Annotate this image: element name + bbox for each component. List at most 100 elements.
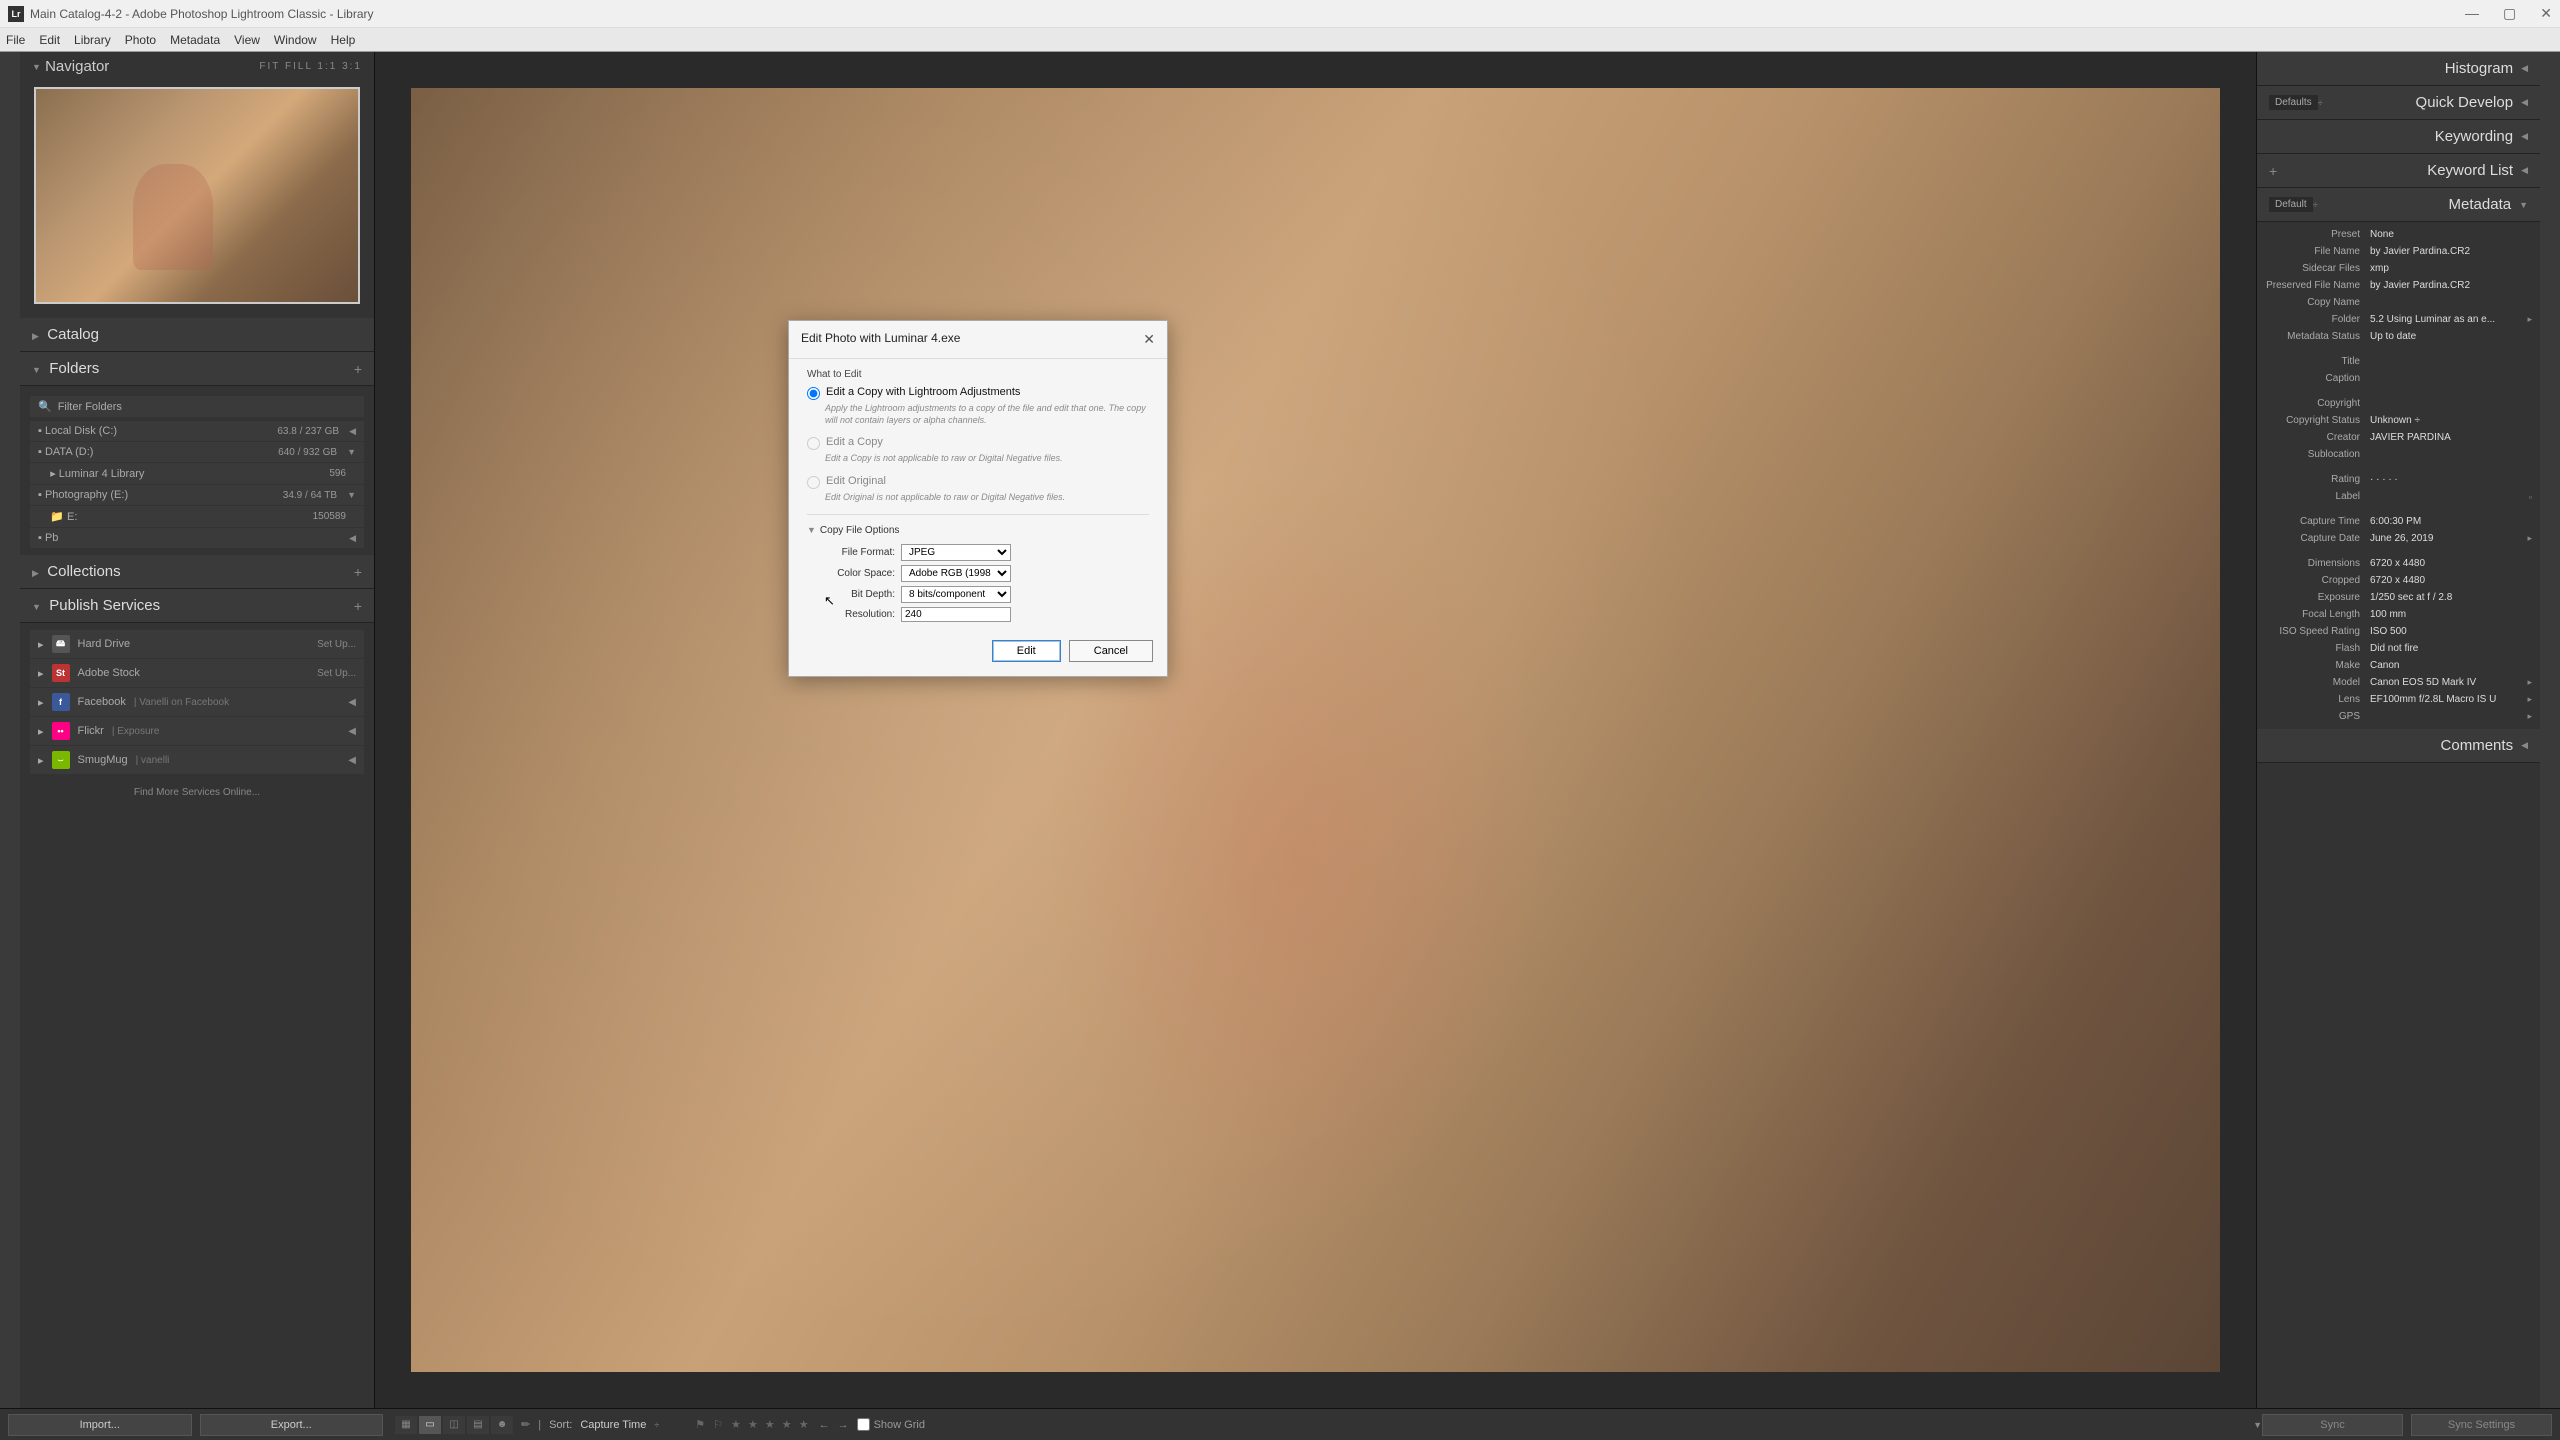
folder-row[interactable]: ▪ Photography (E:)34.9 / 64 TB▼ <box>30 485 364 505</box>
folder-row[interactable]: 📁 E:150589 <box>30 506 364 527</box>
menu-metadata[interactable]: Metadata <box>170 33 220 47</box>
view-compare-icon[interactable]: ◫ <box>443 1416 465 1434</box>
sort-value[interactable]: Capture Time <box>580 1419 646 1431</box>
view-people-icon[interactable]: ☻ <box>491 1416 513 1434</box>
publish-row[interactable]: ▸⌣SmugMug| vanelli◀ <box>30 746 364 774</box>
navigator-toggle[interactable]: ▼ <box>32 62 41 72</box>
menu-file[interactable]: File <box>6 33 25 47</box>
metadata-row[interactable]: Preserved File Nameby Javier Pardina.CR2 <box>2257 277 2540 294</box>
resolution-input[interactable] <box>901 607 1011 622</box>
close-button[interactable]: ✕ <box>2540 5 2552 22</box>
publish-row[interactable]: ▸🖴Hard DriveSet Up... <box>30 630 364 658</box>
collections-header[interactable]: ▶ Collections + <box>20 555 374 589</box>
metadata-row[interactable]: Sidecar Filesxmp <box>2257 260 2540 277</box>
sync-settings-button[interactable]: Sync Settings <box>2411 1414 2552 1436</box>
histogram-header[interactable]: Histogram◀ <box>2257 52 2540 86</box>
metadata-row[interactable]: Exposure1/250 sec at f / 2.8 <box>2257 589 2540 606</box>
app-icon: Lr <box>8 6 24 22</box>
menu-view[interactable]: View <box>234 33 260 47</box>
add-folder-icon[interactable]: + <box>354 361 362 377</box>
bit-depth-select[interactable]: 8 bits/component <box>901 586 1011 603</box>
flag-reject-icon[interactable]: ⚐ <box>713 1418 723 1431</box>
view-grid-icon[interactable]: ▦ <box>395 1416 417 1434</box>
publish-row[interactable]: ▸StAdobe StockSet Up... <box>30 659 364 687</box>
show-grid-checkbox[interactable] <box>857 1418 870 1431</box>
copy-file-options-toggle[interactable]: ▼ Copy File Options <box>807 525 1149 536</box>
metadata-row[interactable]: PresetNone <box>2257 226 2540 243</box>
metadata-row[interactable]: ModelCanon EOS 5D Mark IV▸ <box>2257 674 2540 691</box>
toolbar-dropdown-icon[interactable]: ▼ <box>2253 1420 2262 1430</box>
publish-row[interactable]: ▸fFacebook| Vanelli on Facebook◀ <box>30 688 364 716</box>
metadata-row[interactable]: Cropped6720 x 4480 <box>2257 572 2540 589</box>
folder-row[interactable]: ▪ Pb◀ <box>30 528 364 548</box>
minimize-button[interactable]: — <box>2465 5 2479 22</box>
metadata-row[interactable]: Copy Name <box>2257 294 2540 311</box>
edit-button[interactable]: Edit <box>992 640 1061 662</box>
metadata-row[interactable]: Label▫ <box>2257 488 2540 505</box>
cancel-button[interactable]: Cancel <box>1069 640 1153 662</box>
metadata-header[interactable]: Default÷ Metadata▼ <box>2257 188 2540 222</box>
import-button[interactable]: Import... <box>8 1414 192 1436</box>
add-collection-icon[interactable]: + <box>354 564 362 580</box>
file-format-select[interactable]: JPEG <box>901 544 1011 561</box>
next-photo-icon[interactable]: → <box>838 1419 849 1431</box>
folders-header[interactable]: ▼ Folders + <box>20 352 374 386</box>
metadata-row[interactable]: ISO Speed RatingISO 500 <box>2257 623 2540 640</box>
menu-help[interactable]: Help <box>331 33 356 47</box>
flag-pick-icon[interactable]: ⚑ <box>695 1418 705 1431</box>
right-panel-edge[interactable] <box>2540 52 2560 1408</box>
metadata-row[interactable]: Sublocation <box>2257 446 2540 463</box>
metadata-row[interactable]: Folder5.2 Using Luminar as an e...▸ <box>2257 311 2540 328</box>
folder-row[interactable]: ▪ Local Disk (C:)63.8 / 237 GB◀ <box>30 421 364 441</box>
rating-stars[interactable]: ★ ★ ★ ★ ★ <box>731 1418 811 1431</box>
export-button[interactable]: Export... <box>200 1414 384 1436</box>
metadata-row[interactable]: MakeCanon <box>2257 657 2540 674</box>
menu-photo[interactable]: Photo <box>125 33 156 47</box>
metadata-row[interactable]: Capture Time6:00:30 PM <box>2257 513 2540 530</box>
metadata-row[interactable]: Rating· · · · · <box>2257 471 2540 488</box>
metadata-row[interactable]: GPS▸ <box>2257 708 2540 725</box>
add-keyword-icon[interactable]: + <box>2269 163 2277 179</box>
prev-photo-icon[interactable]: ← <box>819 1419 830 1431</box>
metadata-row[interactable]: LensEF100mm f/2.8L Macro IS U▸ <box>2257 691 2540 708</box>
menu-edit[interactable]: Edit <box>39 33 60 47</box>
sync-button[interactable]: Sync <box>2262 1414 2403 1436</box>
metadata-row[interactable]: CreatorJAVIER PARDINA <box>2257 429 2540 446</box>
menu-window[interactable]: Window <box>274 33 317 47</box>
metadata-row[interactable]: Copyright StatusUnknown ÷ <box>2257 412 2540 429</box>
view-loupe-icon[interactable]: ▭ <box>419 1416 441 1434</box>
metadata-row[interactable]: File Nameby Javier Pardina.CR2 <box>2257 243 2540 260</box>
radio-copy-with-adjustments[interactable] <box>807 387 820 400</box>
left-panel-edge[interactable] <box>0 52 20 1408</box>
add-publish-icon[interactable]: + <box>354 598 362 614</box>
metadata-row[interactable]: Capture DateJune 26, 2019▸ <box>2257 530 2540 547</box>
folder-row[interactable]: ▪ DATA (D:)640 / 932 GB▼ <box>30 442 364 462</box>
color-space-select[interactable]: Adobe RGB (1998) <box>901 565 1011 582</box>
navigator-thumbnail[interactable] <box>34 87 360 304</box>
metadata-row[interactable]: Focal Length100 mm <box>2257 606 2540 623</box>
image-viewer[interactable] <box>375 52 2256 1408</box>
view-survey-icon[interactable]: ▤ <box>467 1416 489 1434</box>
dialog-close-icon[interactable]: ✕ <box>1143 331 1155 348</box>
find-more-services[interactable]: Find More Services Online... <box>20 781 374 804</box>
metadata-row[interactable]: Copyright <box>2257 395 2540 412</box>
publish-row[interactable]: ▸••Flickr| Exposure◀ <box>30 717 364 745</box>
radio-copy-with-adjustments-label[interactable]: Edit a Copy with Lightroom Adjustments <box>826 386 1020 398</box>
comments-header[interactable]: Comments◀ <box>2257 729 2540 763</box>
filter-folders[interactable]: 🔍 Filter Folders <box>30 396 364 417</box>
publish-header[interactable]: ▼ Publish Services + <box>20 589 374 623</box>
maximize-button[interactable]: ▢ <box>2503 5 2516 22</box>
quick-develop-header[interactable]: Defaults÷ Quick Develop◀ <box>2257 86 2540 120</box>
metadata-row[interactable]: Metadata StatusUp to date <box>2257 328 2540 345</box>
metadata-row[interactable]: Title <box>2257 353 2540 370</box>
metadata-row[interactable]: Dimensions6720 x 4480 <box>2257 555 2540 572</box>
menu-library[interactable]: Library <box>74 33 111 47</box>
metadata-row[interactable]: FlashDid not fire <box>2257 640 2540 657</box>
navigator-zoom[interactable]: FIT FILL 1:1 3:1 <box>259 61 362 72</box>
painter-icon[interactable]: ✏ <box>521 1418 530 1431</box>
catalog-header[interactable]: ▶ Catalog <box>20 318 374 352</box>
keyword-list-header[interactable]: +Keyword List◀ <box>2257 154 2540 188</box>
keywording-header[interactable]: Keywording◀ <box>2257 120 2540 154</box>
folder-row[interactable]: ▸ Luminar 4 Library596 <box>30 463 364 484</box>
metadata-row[interactable]: Caption <box>2257 370 2540 387</box>
